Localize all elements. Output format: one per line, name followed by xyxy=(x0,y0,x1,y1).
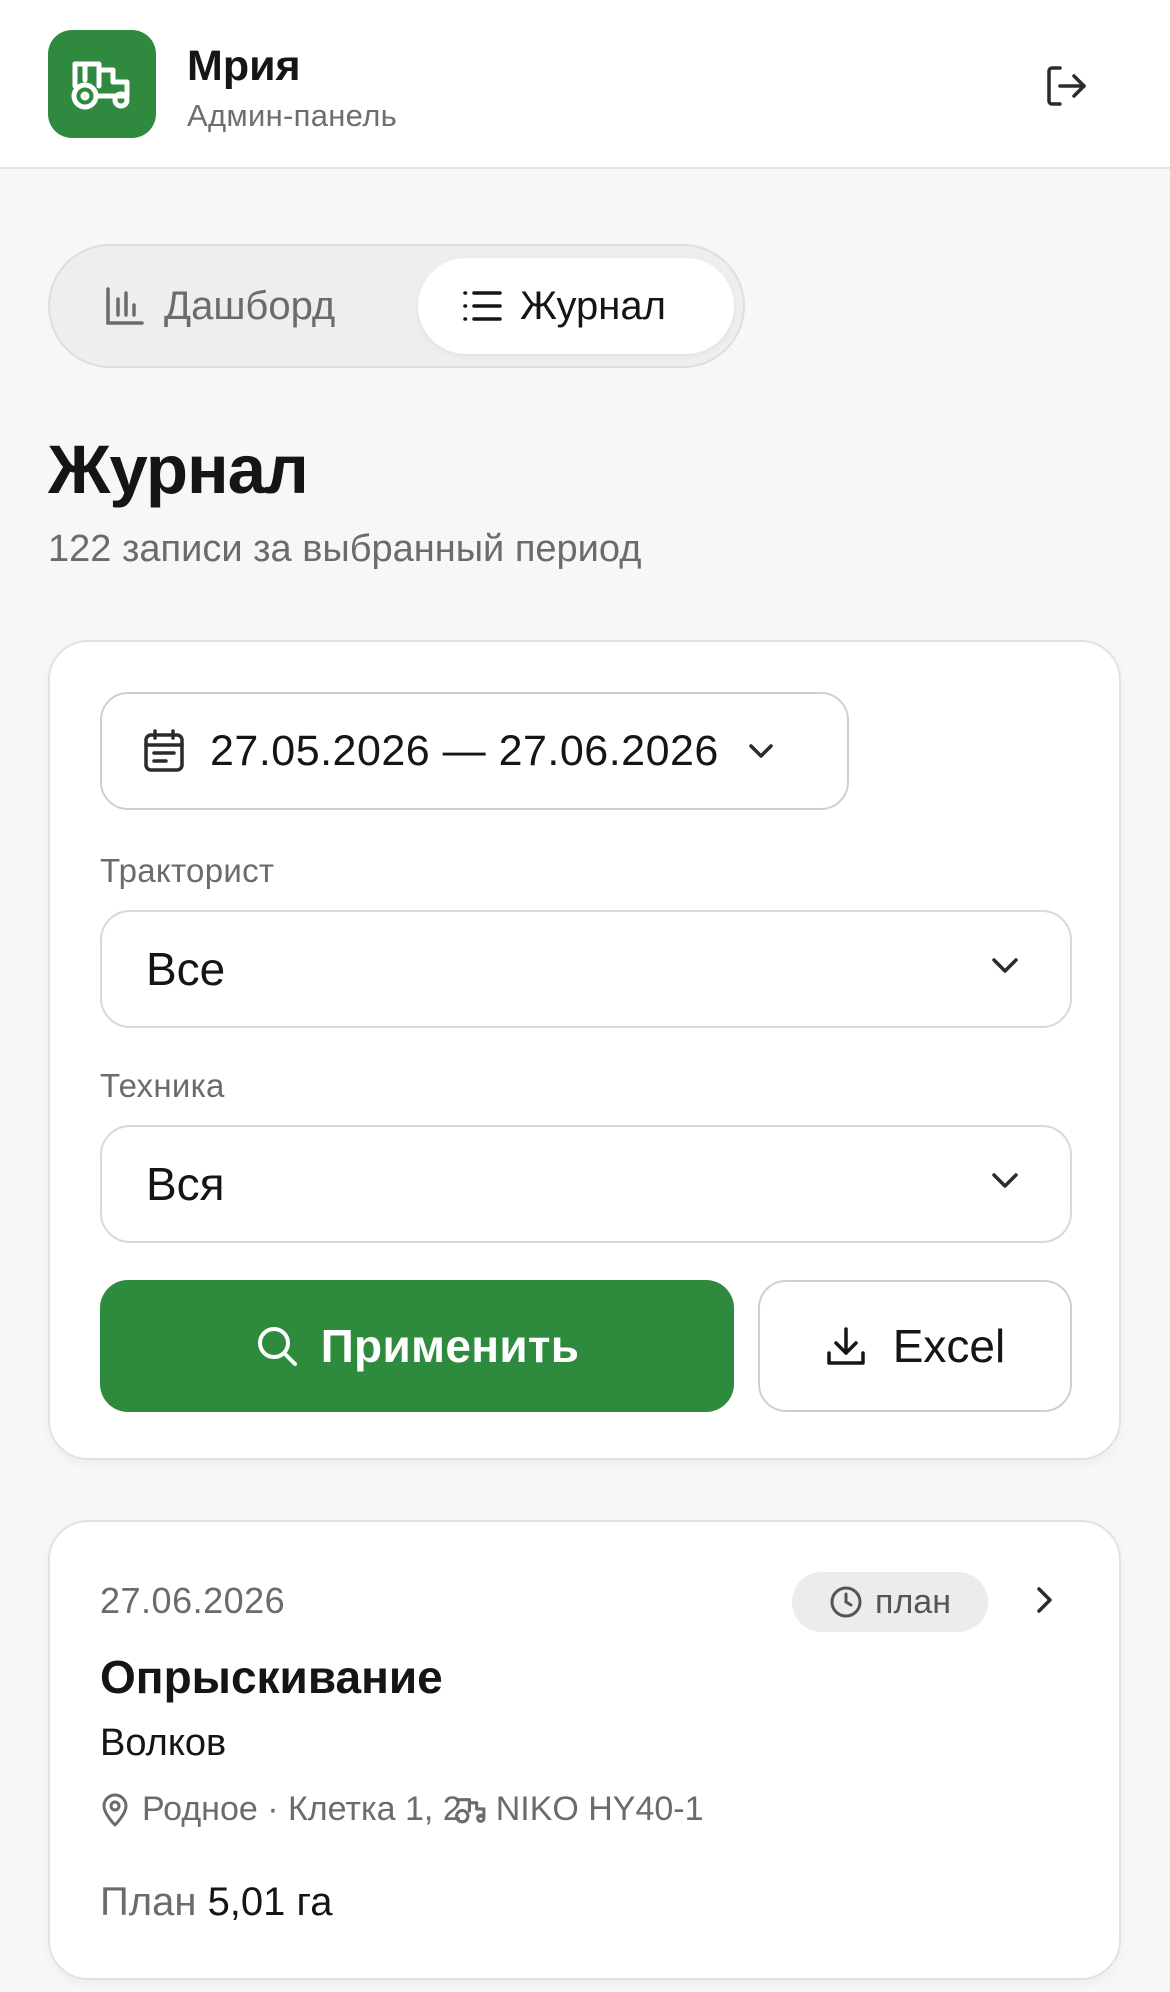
tractor-icon xyxy=(71,61,130,110)
excel-export-button[interactable]: Excel xyxy=(758,1280,1072,1412)
list-icon xyxy=(463,291,502,321)
tab-dashboard-label: Дашборд xyxy=(164,283,336,328)
filter-panel: 27.05.2026 — 27.06.2026 Тракторист Все Т… xyxy=(48,640,1121,1460)
map-pin-icon xyxy=(102,1793,128,1826)
records-count: 122 записи за выбранный период xyxy=(48,528,642,570)
chevron-down-icon xyxy=(747,742,775,760)
entry-machine: NIKO HY40-1 xyxy=(495,1790,704,1828)
driver-select-value: Все xyxy=(146,943,226,995)
app-logo xyxy=(48,30,156,138)
entry-operation: Опрыскивание xyxy=(100,1651,443,1703)
search-icon xyxy=(257,1327,297,1366)
entry-driver: Волков xyxy=(100,1722,227,1764)
entry-plan-value: 5,01 га xyxy=(207,1880,333,1924)
apply-button[interactable]: Применить xyxy=(100,1280,734,1412)
entry-plan-label: План xyxy=(100,1880,197,1924)
entry-plan: План 5,01 га xyxy=(100,1880,332,1925)
bar-chart-icon xyxy=(106,287,144,325)
tractor-icon xyxy=(454,1797,486,1823)
clock-icon xyxy=(830,1586,862,1618)
entry-date: 27.06.2026 xyxy=(100,1580,286,1621)
status-badge: план xyxy=(792,1572,988,1632)
entry-meta: Родное · Клетка 1, 2 NIKO HY40-1 xyxy=(100,1790,704,1829)
tab-dashboard[interactable]: Дашборд xyxy=(60,258,379,354)
excel-button-label: Excel xyxy=(892,1320,1006,1372)
driver-label: Тракторист xyxy=(100,852,275,889)
chevron-right-icon xyxy=(1034,1584,1056,1621)
download-icon xyxy=(827,1327,865,1365)
view-tabs: Дашборд Журнал xyxy=(48,244,745,368)
date-range-value: 27.05.2026 — 27.06.2026 xyxy=(210,726,719,775)
machine-select-value: Вся xyxy=(146,1158,225,1210)
tab-journal-label: Журнал xyxy=(520,283,666,328)
machine-select[interactable]: Вся xyxy=(100,1125,1072,1243)
tab-journal[interactable]: Журнал xyxy=(418,258,734,354)
chevron-down-icon xyxy=(990,956,1020,981)
chevron-down-icon xyxy=(990,1171,1020,1196)
app-header: Мрия Админ-панель xyxy=(0,0,1170,169)
status-badge-label: план xyxy=(875,1582,951,1621)
logout-icon xyxy=(1047,66,1086,106)
entry-location: Родное · Клетка 1, 2 xyxy=(142,1790,462,1828)
driver-select[interactable]: Все xyxy=(100,910,1072,1028)
calendar-icon xyxy=(144,729,184,772)
machine-label: Техника xyxy=(100,1067,225,1104)
date-range-picker[interactable]: 27.05.2026 — 27.06.2026 xyxy=(100,692,849,810)
app-subtitle: Админ-панель xyxy=(187,98,398,133)
logout-button[interactable] xyxy=(1036,56,1096,116)
app-title: Мрия xyxy=(187,42,301,90)
apply-button-label: Применить xyxy=(320,1320,580,1372)
journal-entry-card[interactable]: 27.06.2026 план Опрыскивание Волков Родн… xyxy=(48,1520,1121,1980)
page-title: Журнал xyxy=(48,431,309,508)
